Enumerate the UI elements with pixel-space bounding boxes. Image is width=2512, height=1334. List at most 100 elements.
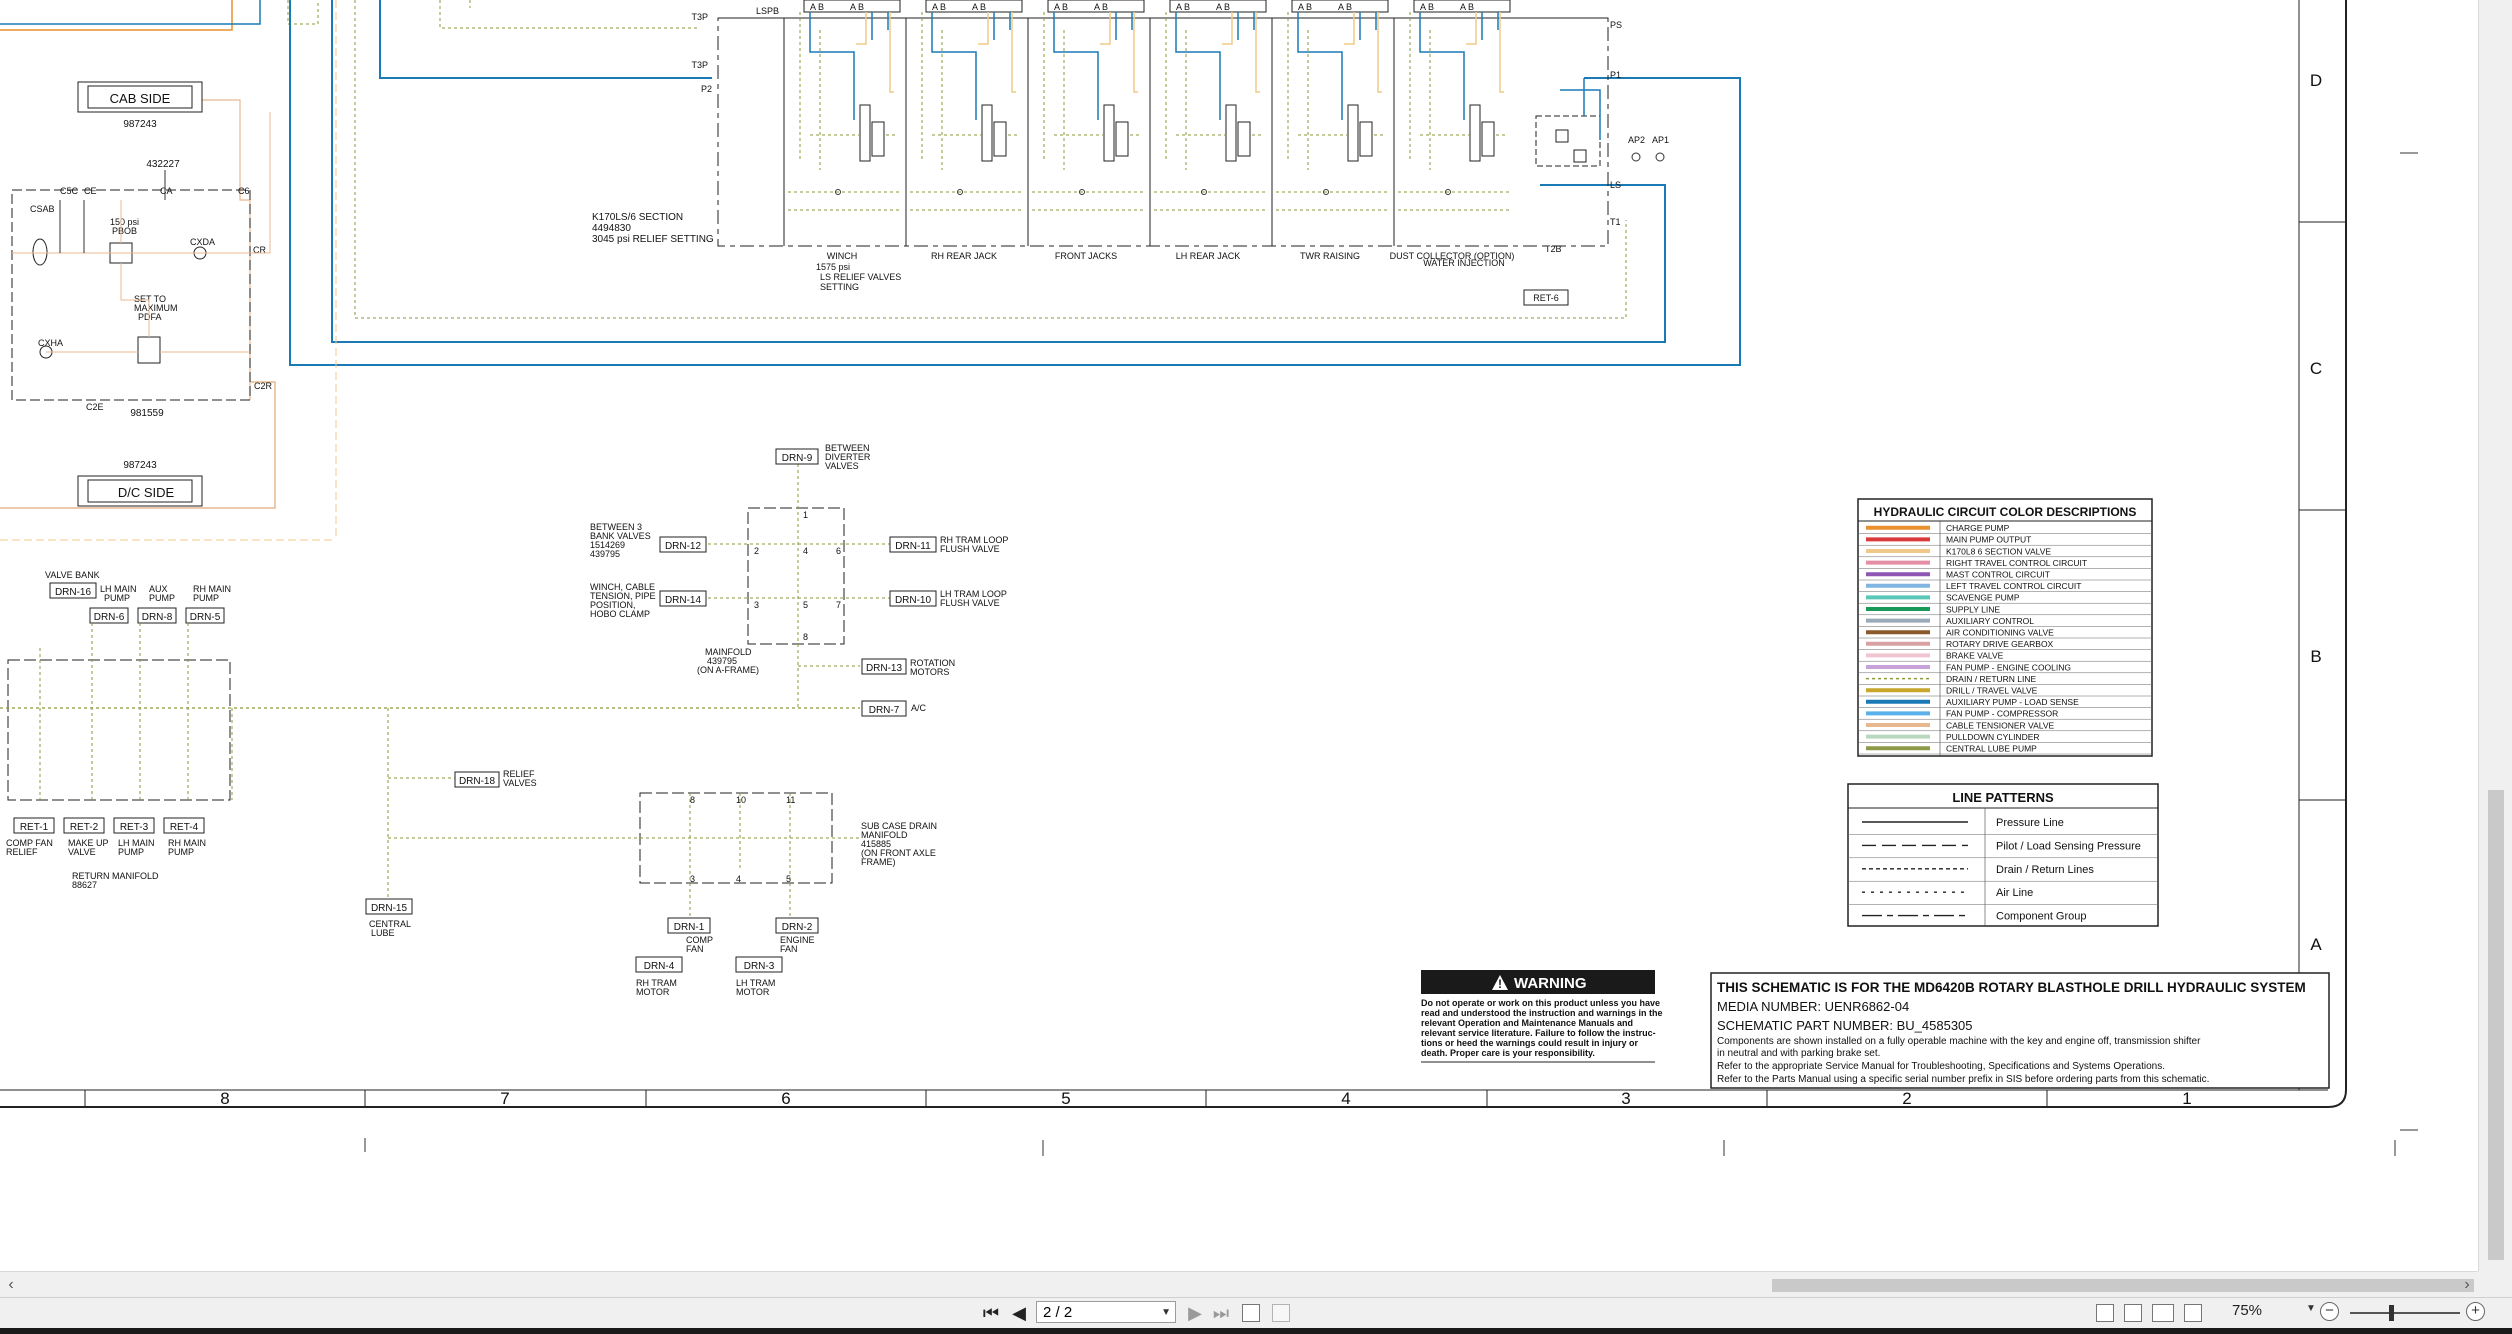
- zoom-slider-knob[interactable]: [2388, 1305, 2394, 1321]
- svg-text:Do not operate or work on this: Do not operate or work on this product u…: [1421, 998, 1660, 1008]
- svg-text:DRN-1: DRN-1: [674, 922, 705, 933]
- page-dropdown-icon[interactable]: ▼: [1161, 1302, 1171, 1324]
- svg-text:88627: 88627: [72, 880, 97, 890]
- svg-text:AUXILIARY CONTROL: AUXILIARY CONTROL: [1946, 616, 2034, 626]
- vertical-scrollbar[interactable]: [2478, 0, 2512, 1271]
- continuous-view-icon[interactable]: [2124, 1304, 2142, 1322]
- svg-text:CHARGE PUMP: CHARGE PUMP: [1946, 523, 2010, 533]
- svg-text:A B: A B: [1298, 2, 1312, 12]
- schematic-part-number: SCHEMATIC PART NUMBER: BU_4585305: [1717, 1018, 1973, 1033]
- svg-text:PULLDOWN CYLINDER: PULLDOWN CYLINDER: [1946, 732, 2040, 742]
- single-page-view-icon[interactable]: [2096, 1304, 2114, 1322]
- svg-text:VALVE: VALVE: [68, 847, 96, 857]
- svg-text:A B: A B: [1420, 2, 1434, 12]
- facing-view-icon[interactable]: [2152, 1304, 2174, 1322]
- taskbar-edge: [0, 1328, 2512, 1334]
- svg-text:PUMP: PUMP: [193, 593, 219, 603]
- svg-text:RET-3: RET-3: [120, 822, 149, 833]
- svg-text:LH REAR JACK: LH REAR JACK: [1176, 251, 1241, 261]
- zoom-out-icon[interactable]: −: [2320, 1302, 2339, 1321]
- scroll-left-arrow-icon[interactable]: ‹: [0, 1274, 22, 1296]
- zone-col-2: 2: [1902, 1089, 1911, 1108]
- svg-text:DRN-10: DRN-10: [895, 595, 932, 606]
- svg-text:C2E: C2E: [86, 402, 104, 412]
- svg-text:HOBO CLAMP: HOBO CLAMP: [590, 609, 650, 619]
- last-page-icon[interactable]: ⏭: [1210, 1301, 1232, 1325]
- vertical-scroll-thumb[interactable]: [2488, 790, 2504, 1260]
- svg-text:RH REAR JACK: RH REAR JACK: [931, 251, 997, 261]
- cover-view-icon[interactable]: [2184, 1304, 2202, 1322]
- svg-text:AIR CONDITIONING VALVE: AIR CONDITIONING VALVE: [1946, 628, 2054, 638]
- horizontal-scrollbar[interactable]: ‹ ›: [0, 1271, 2478, 1298]
- horizontal-scroll-thumb[interactable]: [1772, 1279, 2474, 1292]
- svg-text:AP1: AP1: [1652, 135, 1669, 145]
- svg-text:CE: CE: [84, 186, 97, 196]
- k170-note: K170LS/6 SECTION: [592, 212, 683, 223]
- svg-text:MOTOR: MOTOR: [736, 987, 770, 997]
- svg-text:LS RELIEF VALVES: LS RELIEF VALVES: [820, 272, 901, 282]
- svg-text:SETTING: SETTING: [820, 282, 859, 292]
- svg-text:SCAVENGE PUMP: SCAVENGE PUMP: [1946, 593, 2020, 603]
- svg-text:C5C: C5C: [60, 186, 79, 196]
- svg-text:Pilot / Load Sensing Pressure: Pilot / Load Sensing Pressure: [1996, 840, 2141, 852]
- svg-text:VALVES: VALVES: [825, 461, 859, 471]
- svg-text:FAN: FAN: [686, 944, 704, 954]
- zoom-level[interactable]: 75%: [2232, 1302, 2262, 1319]
- svg-text:A B: A B: [1176, 2, 1190, 12]
- zone-col-8: 8: [220, 1089, 229, 1108]
- next-view-icon[interactable]: [1272, 1304, 1290, 1322]
- next-page-icon[interactable]: ▶: [1184, 1301, 1206, 1325]
- svg-text:PUMP: PUMP: [118, 847, 144, 857]
- svg-text:10: 10: [736, 795, 746, 805]
- svg-text:8: 8: [803, 632, 808, 642]
- svg-text:RET-6: RET-6: [1533, 293, 1559, 303]
- svg-text:Refer to the Parts Manual usin: Refer to the Parts Manual using a specif…: [1717, 1074, 2209, 1085]
- svg-text:5: 5: [786, 874, 791, 884]
- color-legend-title: HYDRAULIC CIRCUIT COLOR DESCRIPTIONS: [1874, 505, 2137, 519]
- first-page-icon[interactable]: ⏮: [980, 1301, 1002, 1325]
- svg-text:K170L8 6 SECTION VALVE: K170L8 6 SECTION VALVE: [1946, 546, 2051, 556]
- svg-text:LSPB: LSPB: [756, 6, 779, 16]
- svg-text:A B: A B: [932, 2, 946, 12]
- svg-text:DRN-14: DRN-14: [665, 595, 702, 606]
- svg-text:CABLE TENSIONER VALVE: CABLE TENSIONER VALVE: [1946, 720, 2055, 730]
- svg-text:PS: PS: [1610, 20, 1622, 30]
- svg-text:Pressure Line: Pressure Line: [1996, 817, 2064, 829]
- zoom-slider[interactable]: [2350, 1305, 2460, 1321]
- svg-text:TWR RAISING: TWR RAISING: [1300, 251, 1360, 261]
- svg-text:DRN-4: DRN-4: [644, 961, 675, 972]
- svg-text:relevant service literature. F: relevant service literature. Failure to …: [1421, 1028, 1656, 1038]
- svg-text:CSAB: CSAB: [30, 204, 55, 214]
- svg-text:4494830: 4494830: [592, 223, 631, 234]
- svg-text:C2R: C2R: [254, 381, 273, 391]
- svg-text:MOTORS: MOTORS: [910, 667, 949, 677]
- hydraulic-schematic: D C B A 8 7 6 5 4 3 2 1 A B A B WINCH A B A …: [0, 0, 2478, 1271]
- svg-text:MAIN PUMP OUTPUT: MAIN PUMP OUTPUT: [1946, 535, 2031, 545]
- svg-text:DRN-6: DRN-6: [94, 612, 125, 623]
- previous-view-icon[interactable]: [1242, 1304, 1260, 1322]
- svg-text:DRN-15: DRN-15: [371, 903, 408, 914]
- svg-text:3: 3: [754, 600, 759, 610]
- svg-text:DRN-5: DRN-5: [190, 612, 221, 623]
- svg-text:AP2: AP2: [1628, 135, 1645, 145]
- scroll-right-arrow-icon[interactable]: ›: [2456, 1274, 2478, 1296]
- svg-text:6: 6: [836, 546, 841, 556]
- media-number: MEDIA NUMBER: UENR6862-04: [1717, 999, 1909, 1014]
- svg-text:DRN-12: DRN-12: [665, 541, 702, 552]
- zoom-in-icon[interactable]: +: [2466, 1302, 2485, 1321]
- svg-text:PUMP: PUMP: [104, 593, 130, 603]
- svg-text:RIGHT TRAVEL CONTROL CIRCUIT: RIGHT TRAVEL CONTROL CIRCUIT: [1946, 558, 2087, 568]
- svg-text:SUPPLY LINE: SUPPLY LINE: [1946, 604, 2000, 614]
- page-number-field[interactable]: 2 / 2 ▼: [1036, 1301, 1176, 1323]
- svg-text:A B: A B: [1054, 2, 1068, 12]
- zoom-dropdown-icon[interactable]: ▼: [2306, 1303, 2316, 1314]
- svg-text:DRN-2: DRN-2: [782, 922, 813, 933]
- previous-page-icon[interactable]: ◀: [1008, 1301, 1030, 1325]
- zone-row-b: B: [2310, 647, 2321, 666]
- svg-text:RET-2: RET-2: [70, 822, 99, 833]
- document-viewport[interactable]: D C B A 8 7 6 5 4 3 2 1 A B A B WINCH A B A …: [0, 0, 2478, 1271]
- svg-text:DRAIN / RETURN LINE: DRAIN / RETURN LINE: [1946, 674, 2037, 684]
- svg-text:FAN: FAN: [780, 944, 798, 954]
- zone-row-d: D: [2310, 71, 2322, 90]
- svg-text:T1: T1: [1610, 217, 1621, 227]
